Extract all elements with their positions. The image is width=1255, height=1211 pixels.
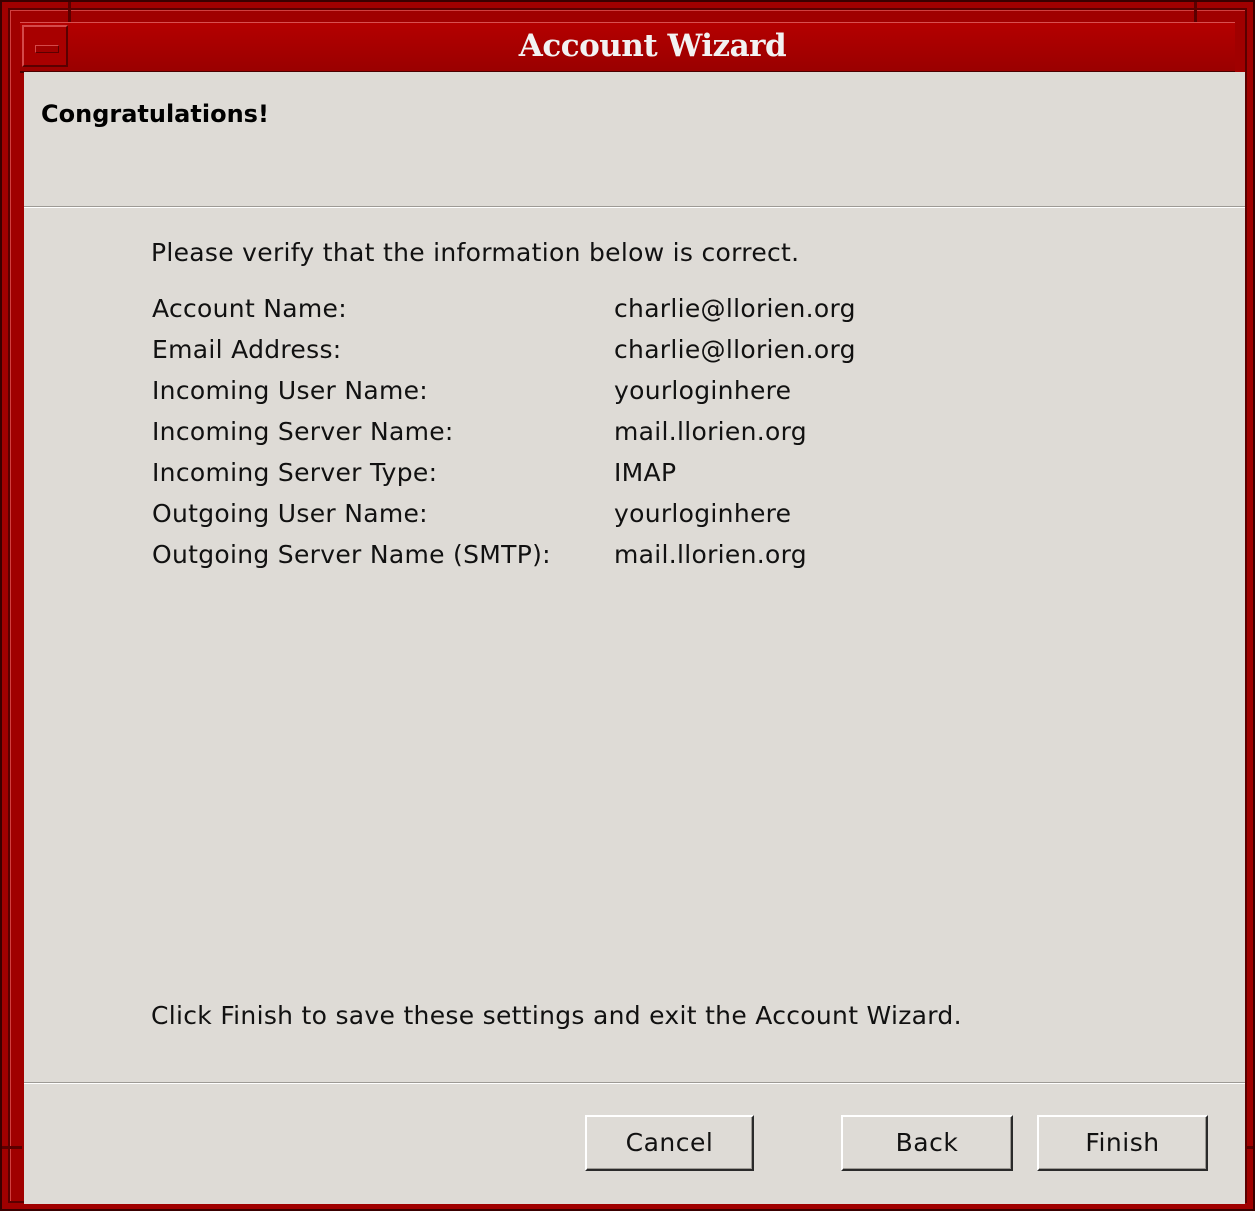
summary-label: Incoming User Name:: [152, 376, 429, 405]
summary-row-incoming-server-name: Incoming Server Name: mail.llorien.org: [152, 417, 856, 458]
back-button[interactable]: Back: [841, 1115, 1013, 1171]
title-bar[interactable]: Account Wizard: [20, 22, 1235, 73]
page-header: Congratulations!: [24, 72, 1245, 207]
summary-row-account-name: Account Name: charlie@llorien.org: [152, 294, 856, 335]
summary-value: mail.llorien.org: [614, 417, 807, 446]
account-summary: Account Name: charlie@llorien.org Email A…: [152, 294, 856, 581]
summary-row-outgoing-user-name: Outgoing User Name: yourloginhere: [152, 499, 856, 540]
summary-row-outgoing-server-name: Outgoing Server Name (SMTP): mail.llorien…: [152, 540, 856, 581]
summary-label: Account Name:: [152, 294, 347, 323]
cancel-button[interactable]: Cancel: [585, 1115, 754, 1171]
summary-value: charlie@llorien.org: [614, 335, 856, 364]
frame-corner-notch: [2, 1146, 22, 1149]
summary-value: IMAP: [614, 458, 677, 487]
summary-label: Outgoing User Name:: [152, 499, 428, 528]
window-menu-button[interactable]: [22, 25, 68, 67]
account-wizard-window: Account Wizard Congratulations! Please v…: [0, 0, 1255, 1211]
intro-text: Please verify that the information below…: [151, 238, 800, 267]
summary-row-incoming-user-name: Incoming User Name: yourloginhere: [152, 376, 856, 417]
finish-button[interactable]: Finish: [1037, 1115, 1208, 1171]
wizard-page: Congratulations! Please verify that the …: [24, 72, 1245, 1204]
summary-value: mail.llorien.org: [614, 540, 807, 569]
window-menu-icon: [35, 45, 59, 53]
window-title: Account Wizard: [518, 28, 787, 64]
finish-instructions: Click Finish to save these settings and …: [151, 1001, 962, 1030]
summary-row-incoming-server-type: Incoming Server Type: IMAP: [152, 458, 856, 499]
summary-value: charlie@llorien.org: [614, 294, 856, 323]
page-title: Congratulations!: [41, 100, 269, 128]
summary-label: Incoming Server Type:: [152, 458, 438, 487]
summary-value: yourloginhere: [614, 499, 792, 528]
button-separator: [24, 1082, 1245, 1084]
summary-value: yourloginhere: [614, 376, 792, 405]
summary-label: Incoming Server Name:: [152, 417, 454, 446]
frame-corner-notch: [68, 2, 71, 22]
frame-corner-notch: [1194, 2, 1197, 22]
summary-label: Outgoing Server Name (SMTP):: [152, 540, 551, 569]
summary-row-email-address: Email Address: charlie@llorien.org: [152, 335, 856, 376]
summary-label: Email Address:: [152, 335, 342, 364]
